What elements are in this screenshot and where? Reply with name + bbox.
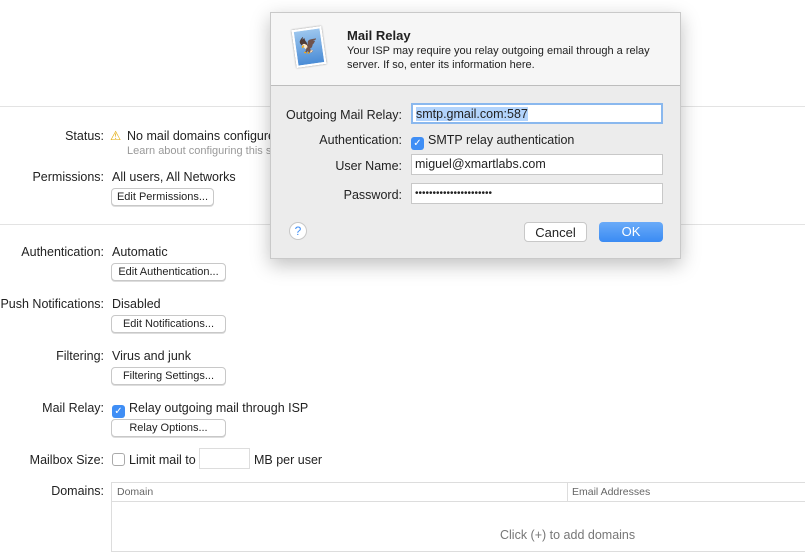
- relay-checkbox-label: Relay outgoing mail through ISP: [129, 401, 309, 415]
- filtering-value: Virus and junk: [112, 349, 191, 363]
- mail-app-icon: 🦅: [291, 26, 327, 68]
- password-label: Password:: [343, 188, 402, 202]
- relay-checkbox[interactable]: ✓: [112, 405, 125, 418]
- outgoing-relay-input[interactable]: smtp.gmail.com:587: [411, 103, 663, 124]
- edit-permissions-button[interactable]: Edit Permissions...: [111, 188, 214, 206]
- user-name-input[interactable]: miguel@xmartlabs.com: [411, 154, 663, 175]
- domains-table-header: Domain Email Addresses: [112, 483, 805, 502]
- dialog-header: 🦅 Mail Relay Your ISP may require you re…: [271, 13, 680, 86]
- user-name-label: User Name:: [335, 159, 402, 173]
- mail-relay-label: Mail Relay:: [42, 401, 104, 415]
- auth-label: Authentication:: [319, 133, 402, 147]
- domains-label: Domains:: [51, 484, 104, 498]
- password-input[interactable]: ••••••••••••••••••••••: [411, 183, 663, 204]
- column-email-addresses[interactable]: Email Addresses: [567, 483, 650, 501]
- status-text: No mail domains configure: [127, 129, 275, 143]
- mailbox-limit-row[interactable]: Limit mail to: [112, 453, 196, 467]
- edit-notifications-button[interactable]: Edit Notifications...: [111, 315, 226, 333]
- domains-empty-text: Click (+) to add domains: [500, 528, 636, 542]
- smtp-auth-row[interactable]: ✓ SMTP relay authentication: [411, 133, 574, 150]
- domains-table[interactable]: Domain Email Addresses Click (+) to add …: [111, 482, 805, 552]
- ok-button[interactable]: OK: [599, 222, 663, 242]
- authentication-value: Automatic: [112, 245, 168, 259]
- help-button[interactable]: ?: [289, 222, 307, 240]
- mailbox-size-label: Mailbox Size:: [29, 453, 104, 467]
- mailbox-limit-checkbox[interactable]: [112, 453, 125, 466]
- push-notifications-label: Push Notifications:: [0, 297, 104, 311]
- warning-icon: ⚠: [110, 129, 122, 143]
- relay-checkbox-row[interactable]: ✓ Relay outgoing mail through ISP: [112, 401, 308, 418]
- mailbox-size-input[interactable]: [199, 448, 250, 469]
- mailbox-unit: MB per user: [254, 453, 323, 467]
- outgoing-relay-label: Outgoing Mail Relay:: [285, 108, 402, 122]
- relay-options-button[interactable]: Relay Options...: [111, 419, 226, 437]
- cancel-button[interactable]: Cancel: [524, 222, 587, 242]
- edit-authentication-button[interactable]: Edit Authentication...: [111, 263, 226, 281]
- mailbox-limit-label: Limit mail to: [129, 453, 196, 467]
- status-label: Status:: [65, 129, 104, 143]
- push-notifications-value: Disabled: [112, 297, 161, 311]
- filtering-label: Filtering:: [56, 349, 104, 363]
- smtp-auth-checkbox[interactable]: ✓: [411, 137, 424, 150]
- outgoing-relay-value: smtp.gmail.com:587: [416, 107, 528, 121]
- filtering-settings-button[interactable]: Filtering Settings...: [111, 367, 226, 385]
- smtp-auth-label: SMTP relay authentication: [428, 133, 575, 147]
- column-domain[interactable]: Domain: [117, 486, 153, 498]
- permissions-value: All users, All Networks: [112, 170, 236, 184]
- authentication-label: Authentication:: [21, 245, 104, 259]
- status-help-link[interactable]: Learn about configuring this se: [127, 145, 277, 157]
- permissions-label: Permissions:: [32, 170, 104, 184]
- mail-relay-dialog: 🦅 Mail Relay Your ISP may require you re…: [270, 12, 681, 259]
- dialog-title: Mail Relay: [347, 28, 411, 43]
- dialog-description: Your ISP may require you relay outgoing …: [347, 45, 650, 71]
